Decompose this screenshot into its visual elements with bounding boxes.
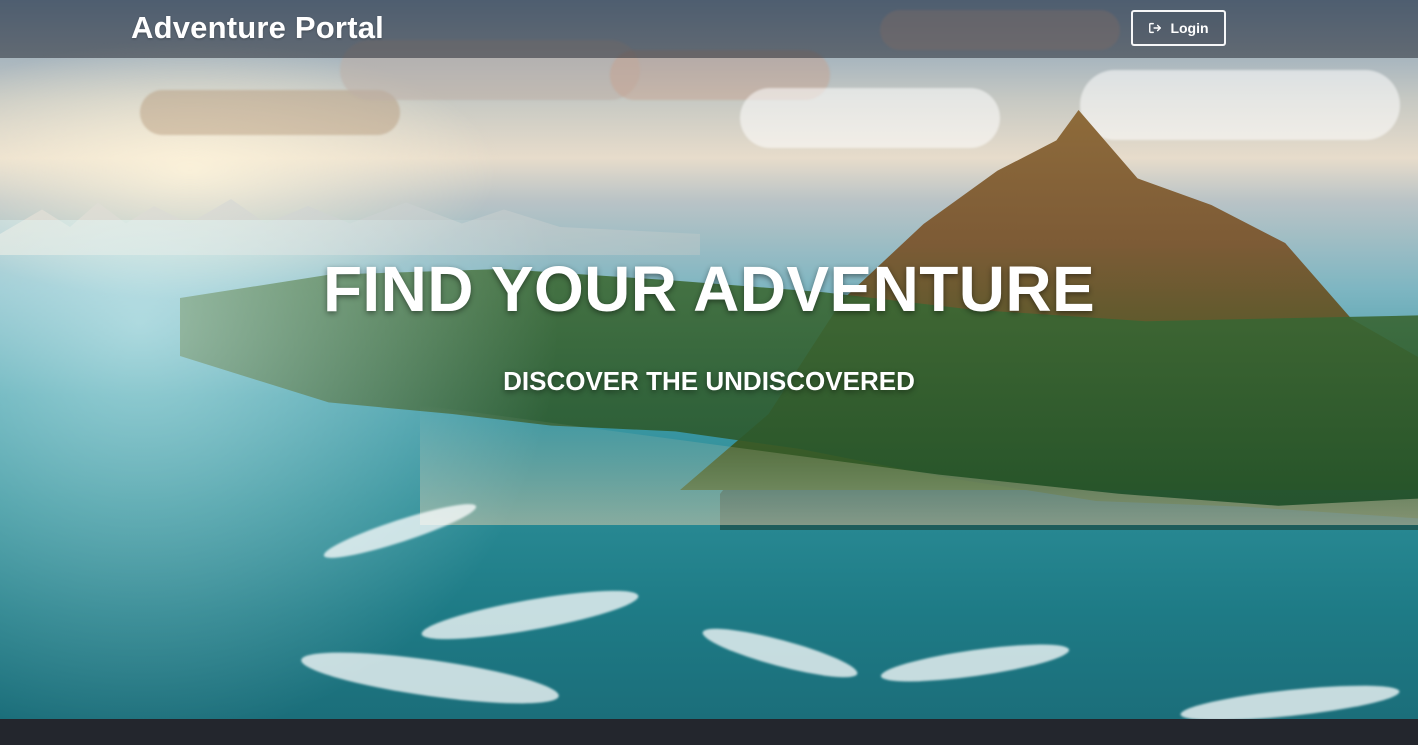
footer-strip <box>0 719 1418 745</box>
wave-foam <box>699 619 861 687</box>
sign-in-icon-svg <box>1149 22 1162 34</box>
page: Adventure Portal Login FIND YOUR ADVENTU… <box>0 0 1418 745</box>
hero-background <box>0 0 1418 719</box>
hero-title: FIND YOUR ADVENTURE <box>322 253 1096 325</box>
cloud <box>740 88 1000 148</box>
brand-title[interactable]: Adventure Portal <box>131 10 384 46</box>
login-button-label: Login <box>1170 20 1209 36</box>
top-navbar: Adventure Portal Login <box>0 0 1418 58</box>
cloud <box>1080 70 1400 140</box>
login-button[interactable]: Login <box>1131 10 1226 46</box>
wave-foam <box>879 636 1071 690</box>
sign-in-icon <box>1148 21 1162 35</box>
wave-foam <box>1179 678 1401 719</box>
hero-subtitle: DISCOVER THE UNDISCOVERED <box>503 366 915 396</box>
